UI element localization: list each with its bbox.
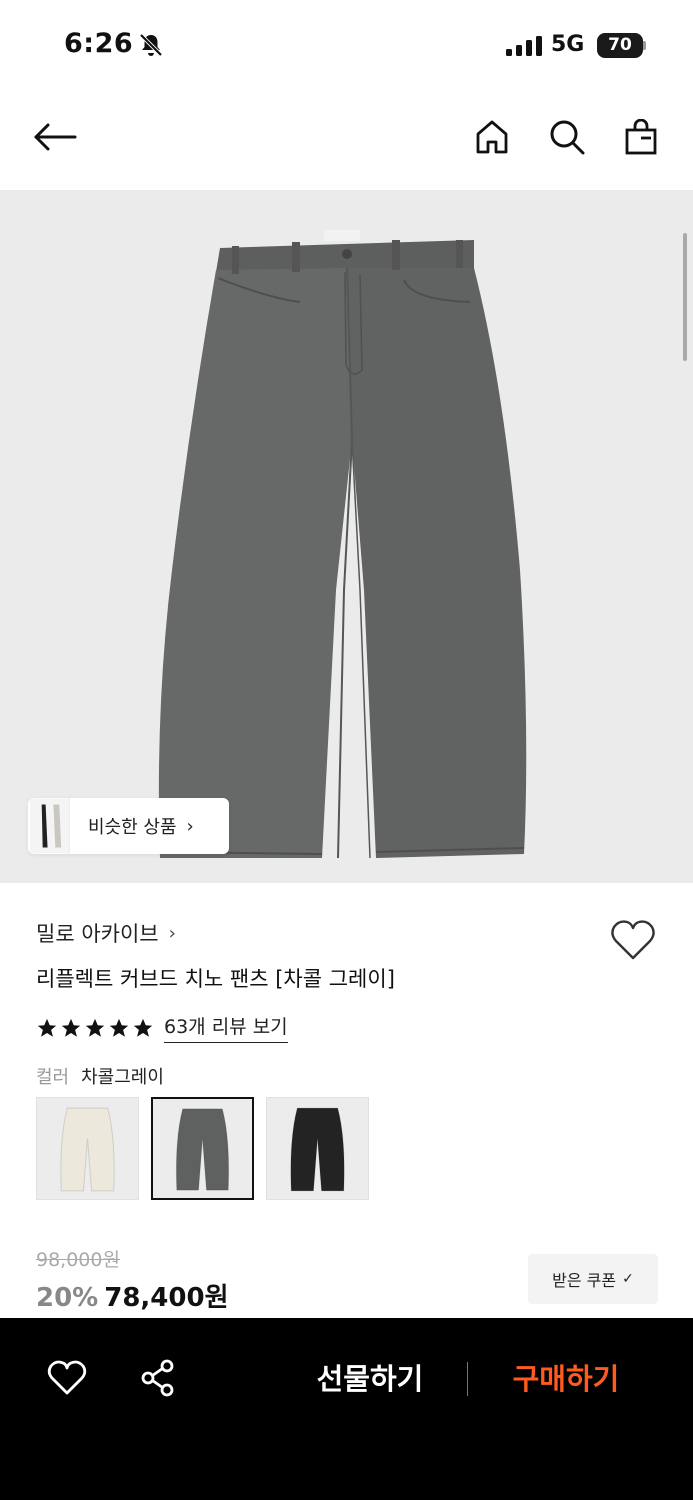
swatch-pants-image bbox=[60, 1107, 115, 1192]
coupon-button[interactable]: 받은 쿠폰 ✓ bbox=[528, 1254, 658, 1304]
star-icon bbox=[61, 1018, 81, 1037]
discount-rate: 20% bbox=[36, 1283, 99, 1313]
star-icon bbox=[85, 1018, 105, 1037]
cart-button[interactable] bbox=[618, 114, 664, 160]
bell-off-icon bbox=[139, 33, 163, 57]
review-link[interactable]: 63개 리뷰 보기 bbox=[164, 1012, 288, 1043]
buy-button[interactable]: 구매하기 bbox=[496, 1356, 636, 1402]
top-nav bbox=[0, 92, 693, 190]
search-icon bbox=[550, 120, 585, 155]
rating-row: 63개 리뷰 보기 bbox=[36, 1012, 288, 1043]
wishlist-button[interactable] bbox=[610, 918, 656, 962]
swatch-pants-image bbox=[290, 1107, 345, 1192]
bottom-wishlist-button[interactable] bbox=[45, 1356, 89, 1400]
brand-name: 밀로 아카이브 bbox=[36, 922, 159, 946]
divider bbox=[467, 1362, 468, 1396]
shopping-bag-icon bbox=[625, 119, 657, 155]
chevron-right-icon: › bbox=[168, 922, 176, 944]
battery-icon: 70 bbox=[597, 33, 647, 58]
color-swatch-0[interactable] bbox=[36, 1097, 139, 1200]
share-button[interactable] bbox=[136, 1356, 180, 1400]
color-swatch-1[interactable] bbox=[151, 1097, 254, 1200]
back-button[interactable] bbox=[32, 114, 78, 160]
signal-bars-icon bbox=[506, 36, 542, 56]
star-icon bbox=[133, 1018, 153, 1037]
chevron-right-icon: › bbox=[186, 815, 194, 837]
battery-level: 70 bbox=[597, 33, 643, 58]
swatch-pants-image bbox=[175, 1108, 230, 1191]
price-row: 20% 78,400원 bbox=[36, 1277, 229, 1314]
back-arrow-icon bbox=[34, 123, 77, 151]
color-label: 컬러 bbox=[36, 1067, 70, 1088]
color-swatches bbox=[36, 1097, 369, 1200]
rating-stars bbox=[36, 1017, 154, 1039]
pants-image bbox=[158, 230, 527, 859]
color-row: 컬러 차콜그레이 bbox=[36, 1063, 164, 1089]
heart-icon bbox=[611, 920, 655, 960]
gift-button[interactable]: 선물하기 bbox=[300, 1356, 440, 1402]
color-value: 차콜그레이 bbox=[81, 1067, 164, 1088]
product-image[interactable]: 비슷한 상품 › bbox=[0, 190, 693, 883]
color-swatch-2[interactable] bbox=[266, 1097, 369, 1200]
original-price: 98,000원 bbox=[36, 1249, 120, 1271]
star-icon bbox=[37, 1018, 57, 1037]
product-title: 리플렉트 커브드 치노 팬츠 [차콜 그레이] bbox=[36, 967, 395, 991]
status-bar: 6:26 5G 70 bbox=[0, 0, 693, 92]
home-button[interactable] bbox=[469, 114, 515, 160]
similar-thumbnail bbox=[30, 798, 70, 854]
brand-link[interactable]: 밀로 아카이브 › bbox=[36, 918, 176, 948]
similar-products-label: 비슷한 상품 bbox=[88, 817, 177, 838]
bottom-action-bar: 선물하기 구매하기 bbox=[0, 1318, 693, 1500]
network-type: 5G bbox=[551, 32, 585, 57]
check-icon: ✓ bbox=[622, 1271, 634, 1287]
similar-products-button[interactable]: 비슷한 상품 › bbox=[28, 798, 229, 854]
status-time: 6:26 bbox=[64, 28, 134, 59]
star-icon bbox=[109, 1018, 129, 1037]
share-icon bbox=[141, 1359, 174, 1397]
image-scrollbar[interactable] bbox=[683, 233, 687, 361]
search-button[interactable] bbox=[544, 114, 590, 160]
sale-price: 78,400원 bbox=[104, 1283, 229, 1313]
heart-icon bbox=[47, 1360, 87, 1395]
home-icon bbox=[476, 120, 508, 154]
coupon-label: 받은 쿠폰 bbox=[552, 1271, 617, 1290]
